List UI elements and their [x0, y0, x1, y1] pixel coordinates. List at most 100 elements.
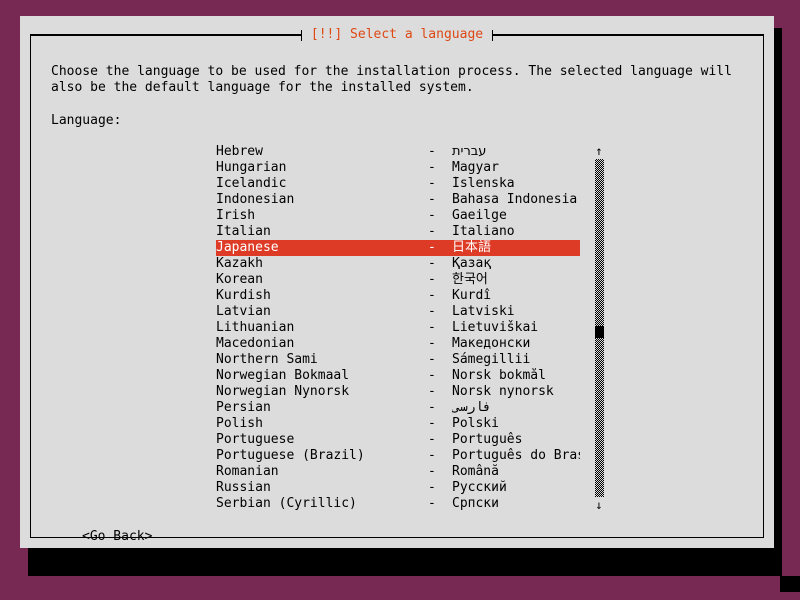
language-row[interactable]: Portuguese - Português	[216, 432, 580, 448]
language-row[interactable]: Norwegian Nynorsk - Norsk nynorsk	[216, 384, 580, 400]
language-separator-dash: -	[428, 256, 436, 271]
language-list[interactable]: Hebrew - עברית Hungarian - Magyar Icelandic - Ís…	[216, 144, 580, 512]
language-name-english: Kurdish	[216, 288, 271, 303]
language-name-english: Norwegian Nynorsk	[216, 384, 350, 399]
language-row[interactable]: Indonesian - Bahasa Indonesia	[216, 192, 580, 208]
language-name-english: Latvian	[216, 304, 271, 319]
language-name-english: Polish	[216, 416, 263, 431]
language-name-english: Northern Sami	[216, 352, 318, 367]
language-row[interactable]: Romanian - Română	[216, 464, 580, 480]
language-row[interactable]: Hebrew - עברית	[216, 144, 580, 160]
language-name-native: 日本語	[452, 240, 492, 255]
language-separator-dash: -	[428, 464, 436, 479]
language-row[interactable]: Serbian (Cyrillic) - Српски	[216, 496, 580, 512]
language-name-native: Íslenska	[452, 176, 515, 191]
language-separator-dash: -	[428, 288, 436, 303]
language-name-english: Hungarian	[216, 160, 287, 175]
language-name-native: Kurdî	[452, 288, 492, 303]
language-name-native: Македонски	[452, 336, 531, 351]
installer-screen: [!!] Select a language Choose the langua…	[0, 0, 800, 600]
language-name-english: Italian	[216, 224, 271, 239]
language-name-native: Magyar	[452, 160, 499, 175]
language-field-label: Language:	[51, 113, 122, 128]
language-name-native: Norsk bokmål	[452, 368, 546, 383]
language-name-english: Macedonian	[216, 336, 295, 351]
language-name-native: Português	[452, 432, 523, 447]
language-row[interactable]: Japanese - 日本語	[216, 240, 580, 256]
language-name-english: Portuguese	[216, 432, 295, 447]
language-name-native: Latviski	[452, 304, 515, 319]
dialog-description: Choose the language to be used for the i…	[51, 64, 740, 95]
language-name-english: Kazakh	[216, 256, 263, 271]
language-separator-dash: -	[428, 448, 436, 463]
language-list-scrollbar[interactable]: ↑ ↓	[592, 144, 606, 512]
language-name-native: Português do Brasil	[452, 448, 580, 463]
language-row[interactable]: Norwegian Bokmaal - Norsk bokmål	[216, 368, 580, 384]
language-row[interactable]: Russian - Русский	[216, 480, 580, 496]
language-row[interactable]: Persian - فارسی	[216, 400, 580, 416]
language-row[interactable]: Kazakh - Қазақ	[216, 256, 580, 272]
language-name-native: Italiano	[452, 224, 515, 239]
language-name-english: Indonesian	[216, 192, 295, 207]
terminal-black-band	[28, 560, 782, 576]
desktop-bottom-filler	[0, 592, 800, 600]
language-row[interactable]: Kurdish - Kurdî	[216, 288, 580, 304]
language-name-native: Norsk nynorsk	[452, 384, 554, 399]
language-separator-dash: -	[428, 144, 436, 159]
language-name-native: Sámegillii	[452, 352, 531, 367]
language-row[interactable]: Hungarian - Magyar	[216, 160, 580, 176]
language-name-english: Serbian (Cyrillic)	[216, 496, 357, 511]
language-name-native: Polski	[452, 416, 499, 431]
language-separator-dash: -	[428, 176, 436, 191]
language-separator-dash: -	[428, 480, 436, 495]
status-bar: <Tab> moves; <Space> selects; <Enter> ac…	[0, 576, 780, 592]
scroll-down-arrow-icon[interactable]: ↓	[592, 498, 606, 512]
language-row[interactable]: Lithuanian - Lietuviškai	[216, 320, 580, 336]
status-bar-tail	[780, 576, 800, 592]
language-name-native: Gaeilge	[452, 208, 507, 223]
go-back-button[interactable]: <Go Back>	[82, 529, 152, 545]
language-separator-dash: -	[428, 432, 436, 447]
language-row[interactable]: Macedonian - Македонски	[216, 336, 580, 352]
language-separator-dash: -	[428, 272, 436, 287]
scrollbar-thumb[interactable]	[595, 326, 604, 338]
language-separator-dash: -	[428, 400, 436, 415]
language-name-english: Icelandic	[216, 176, 287, 191]
language-row[interactable]: Irish - Gaeilge	[216, 208, 580, 224]
language-name-english: Hebrew	[216, 144, 263, 159]
language-row[interactable]: Northern Sami - Sámegillii	[216, 352, 580, 368]
language-separator-dash: -	[428, 368, 436, 383]
language-name-english: Lithuanian	[216, 320, 295, 335]
language-row[interactable]: Latvian - Latviski	[216, 304, 580, 320]
language-separator-dash: -	[428, 336, 436, 351]
language-name-native: Русский	[452, 480, 507, 495]
language-name-english: Irish	[216, 208, 256, 223]
language-separator-dash: -	[428, 496, 436, 511]
language-name-english: Portuguese (Brazil)	[216, 448, 365, 463]
language-separator-dash: -	[428, 304, 436, 319]
language-separator-dash: -	[428, 240, 436, 255]
scroll-up-arrow-icon[interactable]: ↑	[592, 144, 606, 158]
language-separator-dash: -	[428, 208, 436, 223]
language-separator-dash: -	[428, 352, 436, 367]
language-separator-dash: -	[428, 160, 436, 175]
language-separator-dash: -	[428, 320, 436, 335]
language-name-native: עברית	[452, 144, 487, 159]
language-separator-dash: -	[428, 224, 436, 239]
language-name-english: Russian	[216, 480, 271, 495]
select-language-dialog: [!!] Select a language Choose the langua…	[20, 16, 774, 548]
language-row[interactable]: Italian - Italiano	[216, 224, 580, 240]
language-name-native: Қазақ	[452, 256, 492, 271]
language-name-english: Romanian	[216, 464, 279, 479]
language-row[interactable]: Icelandic - Íslenska	[216, 176, 580, 192]
language-name-english: Japanese	[216, 240, 279, 255]
language-name-native: Lietuviškai	[452, 320, 539, 335]
language-row[interactable]: Polish - Polski	[216, 416, 580, 432]
language-row[interactable]: Portuguese (Brazil) - Português do Brasil	[216, 448, 580, 464]
language-name-native: فارسی	[452, 400, 492, 415]
language-name-english: Persian	[216, 400, 271, 415]
language-row[interactable]: Korean - 한국어	[216, 272, 580, 288]
language-name-english: Norwegian Bokmaal	[216, 368, 350, 383]
language-name-english: Korean	[216, 272, 263, 287]
language-separator-dash: -	[428, 192, 436, 207]
